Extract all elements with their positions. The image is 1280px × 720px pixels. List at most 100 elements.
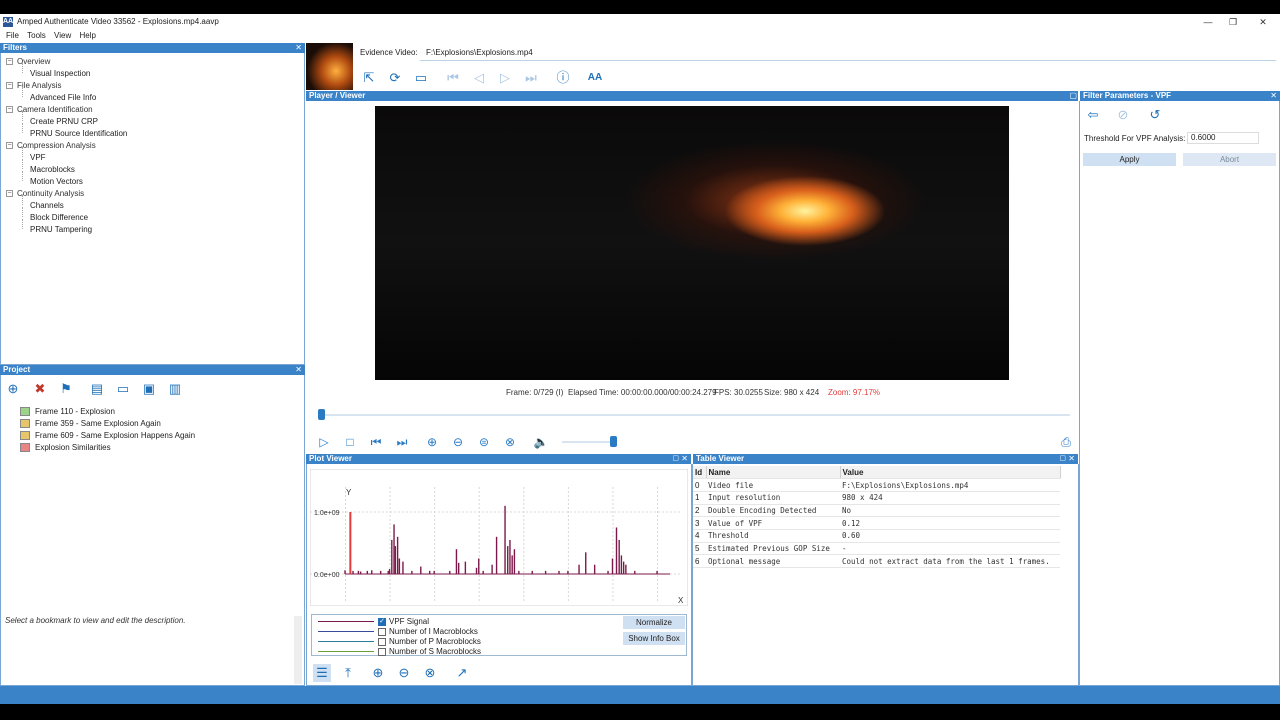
amped-analysis-icon[interactable]: AA: [586, 69, 604, 87]
filter-item[interactable]: PRNU Source Identification: [30, 129, 127, 138]
filters-panel-title: Filters: [3, 43, 28, 52]
filter-item[interactable]: Visual Inspection: [30, 69, 90, 78]
table-row[interactable]: 4 Threshold 0.60: [693, 529, 1060, 543]
zoom-out-icon[interactable]: ⊖: [450, 434, 466, 450]
folder-icon[interactable]: ▭: [412, 69, 430, 87]
column-header-value[interactable]: Value: [840, 466, 1061, 480]
show-info-box-button[interactable]: Show Info Box: [623, 632, 685, 645]
filter-item[interactable]: Create PRNU CRP: [30, 117, 98, 126]
skip-back-icon[interactable]: ⏮: [368, 434, 384, 450]
new-project-icon[interactable]: ▤: [88, 380, 106, 398]
table-row[interactable]: 6 Optional message Could not extract data …: [693, 554, 1060, 568]
close-icon[interactable]: ✕: [1068, 454, 1075, 464]
minimize-button[interactable]: —: [1196, 15, 1220, 29]
stop-icon[interactable]: □: [342, 434, 358, 450]
maximize-panel-icon[interactable]: ▢: [672, 454, 679, 464]
reset-icon[interactable]: ↺: [1146, 106, 1164, 124]
save-icon[interactable]: ▣: [140, 380, 158, 398]
legend-checkbox[interactable]: ✓: [378, 618, 386, 626]
table-row[interactable]: 1 Input resolution 980 x 424: [693, 491, 1060, 505]
first-frame-icon[interactable]: ⏮: [444, 69, 462, 87]
close-icon[interactable]: ✕: [295, 43, 302, 53]
maximize-panel-icon[interactable]: ▢: [1059, 454, 1066, 464]
collapse-toggle-icon[interactable]: −: [6, 58, 13, 65]
filter-category[interactable]: File Analysis: [17, 81, 61, 90]
close-icon[interactable]: ✕: [295, 365, 302, 375]
table-row[interactable]: 5 Estimated Previous GOP Size -: [693, 542, 1060, 556]
add-bookmark-icon[interactable]: ⊕: [4, 380, 22, 398]
column-header-id[interactable]: Id: [693, 466, 707, 480]
legend-checkbox[interactable]: [378, 638, 386, 646]
zoom-fit-icon[interactable]: ⊜: [476, 434, 492, 450]
vpf-plot[interactable]: YX1.0e+090.0e+00100300500700: [310, 469, 688, 606]
zoom-in-icon[interactable]: ⊕: [424, 434, 440, 450]
back-arrow-icon[interactable]: ⇦: [1084, 106, 1102, 124]
next-frame-icon[interactable]: ▷: [496, 69, 514, 87]
previous-frame-icon[interactable]: ◁: [470, 69, 488, 87]
tree-connector: [22, 123, 23, 133]
table-row[interactable]: 0 Video file F:\Explosions\Explosions.mp4: [693, 478, 1060, 492]
filter-item[interactable]: Motion Vectors: [30, 177, 83, 186]
collapse-toggle-icon[interactable]: −: [6, 190, 13, 197]
abort-button[interactable]: Abort: [1183, 153, 1276, 166]
open-evidence-icon[interactable]: ⇱: [360, 69, 378, 87]
tree-connector: [22, 159, 23, 169]
export-icon[interactable]: ▥: [166, 380, 184, 398]
threshold-input[interactable]: 0.6000: [1187, 132, 1259, 144]
filter-item[interactable]: VPF: [30, 153, 46, 162]
tree-connector: [22, 147, 23, 157]
plot-panel-title: Plot Viewer: [309, 454, 352, 463]
menu-tools[interactable]: Tools: [27, 30, 46, 42]
collapse-toggle-icon[interactable]: −: [6, 82, 13, 89]
menu-help[interactable]: Help: [79, 30, 95, 42]
maximize-panel-icon[interactable]: ▢: [1069, 91, 1077, 101]
close-button[interactable]: ✕: [1251, 15, 1275, 29]
menu-file[interactable]: File: [6, 30, 19, 42]
normalize-button[interactable]: Normalize: [623, 616, 685, 629]
volume-icon[interactable]: 🔈: [533, 434, 549, 450]
plot-zoom-out-icon[interactable]: ⊖: [395, 664, 413, 682]
volume-slider[interactable]: [562, 436, 617, 447]
collapse-toggle-icon[interactable]: −: [6, 142, 13, 149]
maximize-button[interactable]: ❐: [1221, 15, 1245, 29]
fit-vertical-icon[interactable]: ⤒: [339, 664, 357, 682]
legend-label: VPF Signal: [389, 617, 430, 626]
open-folder-icon[interactable]: ▭: [114, 380, 132, 398]
filter-category[interactable]: Continuity Analysis: [17, 189, 84, 198]
reload-evidence-icon[interactable]: ⟳: [386, 69, 404, 87]
zoom-reset-icon[interactable]: ⊗: [502, 434, 518, 450]
volume-handle[interactable]: [610, 436, 617, 447]
list-view-icon[interactable]: ☰: [313, 664, 331, 682]
filter-category[interactable]: Compression Analysis: [17, 141, 96, 150]
delete-bookmark-icon[interactable]: ✖: [31, 380, 49, 398]
info-icon[interactable]: ⓘ: [554, 69, 572, 87]
plot-zoom-reset-icon[interactable]: ⊗: [421, 664, 439, 682]
filter-category[interactable]: Camera Identification: [17, 105, 93, 114]
legend-checkbox[interactable]: [378, 648, 386, 656]
timeline-handle[interactable]: [318, 409, 325, 420]
filter-item[interactable]: Block Difference: [30, 213, 88, 222]
filter-item[interactable]: Macroblocks: [30, 165, 75, 174]
filter-item[interactable]: Channels: [30, 201, 64, 210]
bookmark-icon[interactable]: ⚑: [57, 380, 75, 398]
plot-export-icon[interactable]: ↗: [453, 664, 471, 682]
play-icon[interactable]: ▷: [316, 434, 332, 450]
timeline-slider[interactable]: [318, 409, 1070, 420]
column-header-name[interactable]: Name: [706, 466, 841, 480]
plot-zoom-in-icon[interactable]: ⊕: [369, 664, 387, 682]
filter-item[interactable]: Advanced File Info: [30, 93, 96, 102]
snapshot-icon[interactable]: ⎙: [1058, 434, 1074, 450]
table-row[interactable]: 2 Double Encoding Detected No: [693, 504, 1060, 518]
last-frame-icon[interactable]: ⏭: [522, 69, 540, 87]
skip-forward-icon[interactable]: ⏭: [394, 434, 410, 450]
collapse-toggle-icon[interactable]: −: [6, 106, 13, 113]
description-scrollbar[interactable]: [294, 616, 302, 684]
close-icon[interactable]: ✕: [1270, 91, 1277, 101]
filter-item[interactable]: PRNU Tampering: [30, 225, 92, 234]
apply-button[interactable]: Apply: [1083, 153, 1176, 166]
legend-checkbox[interactable]: [378, 628, 386, 636]
menu-view[interactable]: View: [54, 30, 71, 42]
table-row[interactable]: 3 Value of VPF 0.12: [693, 516, 1060, 530]
disable-filter-icon[interactable]: ⊘: [1114, 106, 1132, 124]
close-icon[interactable]: ✕: [681, 454, 688, 464]
